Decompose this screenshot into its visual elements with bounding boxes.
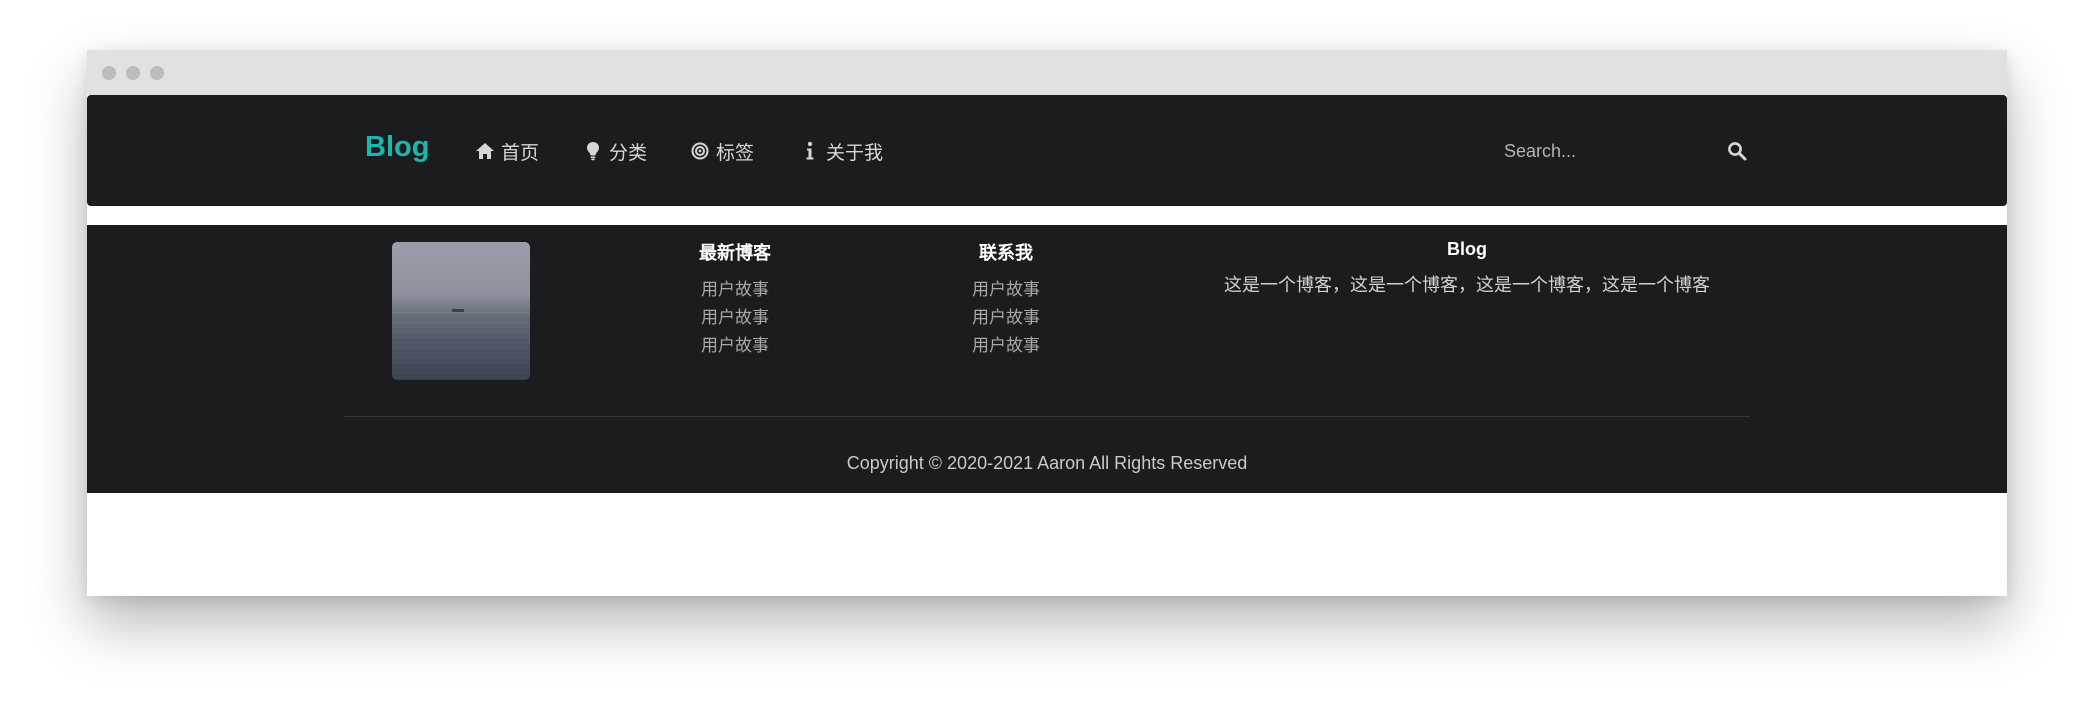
footer-column-title: 最新博客 [699,243,771,263]
photo-horizon [392,312,530,313]
footer-link[interactable]: 用户故事 [680,276,790,304]
window-titlebar [87,50,2007,95]
search-icon[interactable] [1727,141,1749,163]
browser-window: Blog 首页 分类 标签 关于我 Search... 最新博客 用户故事 用户… [87,50,2007,596]
photo-boat [452,309,464,312]
photo-water [392,322,530,380]
footer-link[interactable]: 用户故事 [951,332,1061,360]
lightbulb-icon [582,140,604,162]
search-box [1504,135,1749,167]
nav-item-tags[interactable]: 标签 [689,139,755,164]
footer-column-title: Blog [1447,239,1487,259]
nav-item-label: 关于我 [826,142,884,164]
info-icon [799,140,821,162]
footer-latest-blogs: 最新博客 用户故事 用户故事 用户故事 [680,239,790,360]
nav-item-label: 分类 [609,142,648,164]
brand-logo[interactable]: Blog [365,131,429,164]
footer-column-title: 联系我 [979,243,1033,263]
site-footer: 最新博客 用户故事 用户故事 用户故事 联系我 用户故事 用户故事 用户故事 B… [87,225,2007,493]
footer-contact: 联系我 用户故事 用户故事 用户故事 [951,239,1061,360]
footer-link[interactable]: 用户故事 [680,304,790,332]
bullseye-icon [689,140,711,162]
footer-divider [344,416,1750,417]
footer-link[interactable]: 用户故事 [951,304,1061,332]
window-maximize-dot[interactable] [150,66,164,80]
nav-item-label: 首页 [501,142,540,164]
footer-blog-description: 这是一个博客，这是一个博客，这是一个博客，这是一个博客 [1224,275,1710,295]
nav-item-home[interactable]: 首页 [474,139,540,164]
copyright-text: Copyright © 2020-2021 Aaron All Rights R… [846,453,1248,473]
nav-item-label: 标签 [716,142,755,164]
top-navbar: Blog 首页 分类 标签 关于我 [87,95,2007,206]
window-minimize-dot[interactable] [126,66,140,80]
search-input[interactable] [1504,135,1704,167]
nav-item-category[interactable]: 分类 [582,139,648,164]
window-close-dot[interactable] [102,66,116,80]
home-icon [474,140,496,162]
footer-link[interactable]: 用户故事 [951,276,1061,304]
footer-blog-info: Blog 这是一个博客，这是一个博客，这是一个博客，这是一个博客 [1217,239,1717,297]
footer-link[interactable]: 用户故事 [680,332,790,360]
nav-item-about[interactable]: 关于我 [799,139,884,164]
footer-photo [392,242,530,380]
